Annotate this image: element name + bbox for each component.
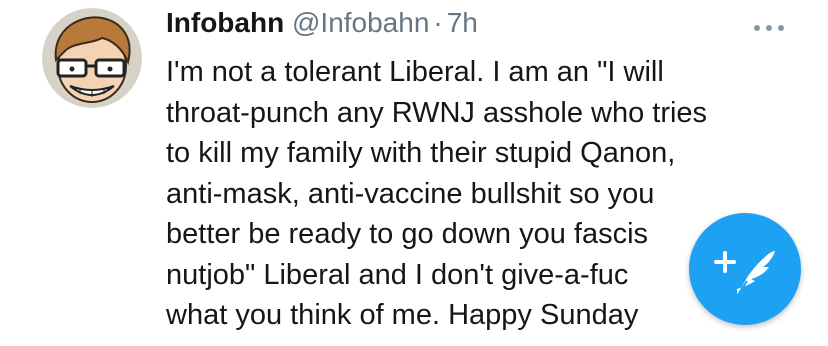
compose-feather-icon <box>714 251 775 300</box>
tweet-text-line: better be ready to go down you fascis <box>166 218 649 250</box>
timestamp[interactable]: 7h <box>447 7 478 38</box>
ellipsis-icon[interactable] <box>752 16 786 36</box>
cartoon-face-avatar-icon <box>42 8 142 108</box>
tweet-text-line: to kill my family with their stupid Qano… <box>166 137 676 169</box>
tweet-header: Infobahn @Infobahn · 7h <box>166 6 478 40</box>
tweet-text: I'm not a tolerant Liberal. I am an "I w… <box>166 52 726 336</box>
avatar[interactable] <box>42 8 142 108</box>
tweet-text-line: what you think of me. Happy Sunday <box>166 299 639 331</box>
tweet-text-line: anti-mask, anti-vaccine bullshit so you <box>166 177 655 210</box>
separator-dot: · <box>433 7 443 38</box>
tweet[interactable]: Infobahn @Infobahn · 7h I'm not a tolerant… <box>0 0 828 346</box>
tweet-text-line: nutjob" Liberal and I don't give-a-fuc <box>166 258 629 291</box>
tweet-text-line: I'm not a tolerant Liberal. I am an "I w… <box>166 56 664 88</box>
compose-tweet-button[interactable] <box>689 213 801 325</box>
author-handle[interactable]: @Infobahn <box>292 7 429 38</box>
tweet-text-line: throat-punch any RWNJ asshole who tries <box>166 96 708 129</box>
author-name[interactable]: Infobahn <box>166 7 284 38</box>
